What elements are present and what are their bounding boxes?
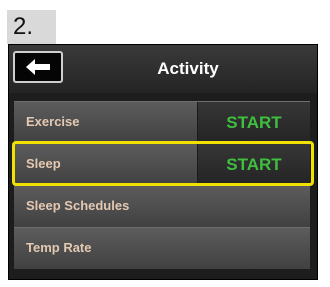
selection-highlight [12, 141, 314, 186]
back-button[interactable] [13, 51, 63, 83]
title-bar: Activity [9, 45, 317, 93]
menu-row-temp-rate[interactable]: Temp Rate [14, 227, 310, 269]
back-arrow-icon [26, 59, 50, 75]
menu-row-label: Exercise [26, 114, 80, 129]
menu-row-sleep-schedules[interactable]: Sleep Schedules [14, 185, 310, 227]
menu-row-exercise[interactable]: Exercise START [14, 101, 310, 143]
menu-row-label: Temp Rate [26, 240, 92, 255]
exercise-start-button[interactable]: START [197, 102, 310, 143]
menu-row-label: Sleep Schedules [26, 198, 130, 213]
step-number-label: 2. [7, 10, 56, 44]
device-screen: Activity Exercise START Sleep START Slee… [8, 44, 318, 280]
screen-title: Activity [157, 59, 219, 78]
